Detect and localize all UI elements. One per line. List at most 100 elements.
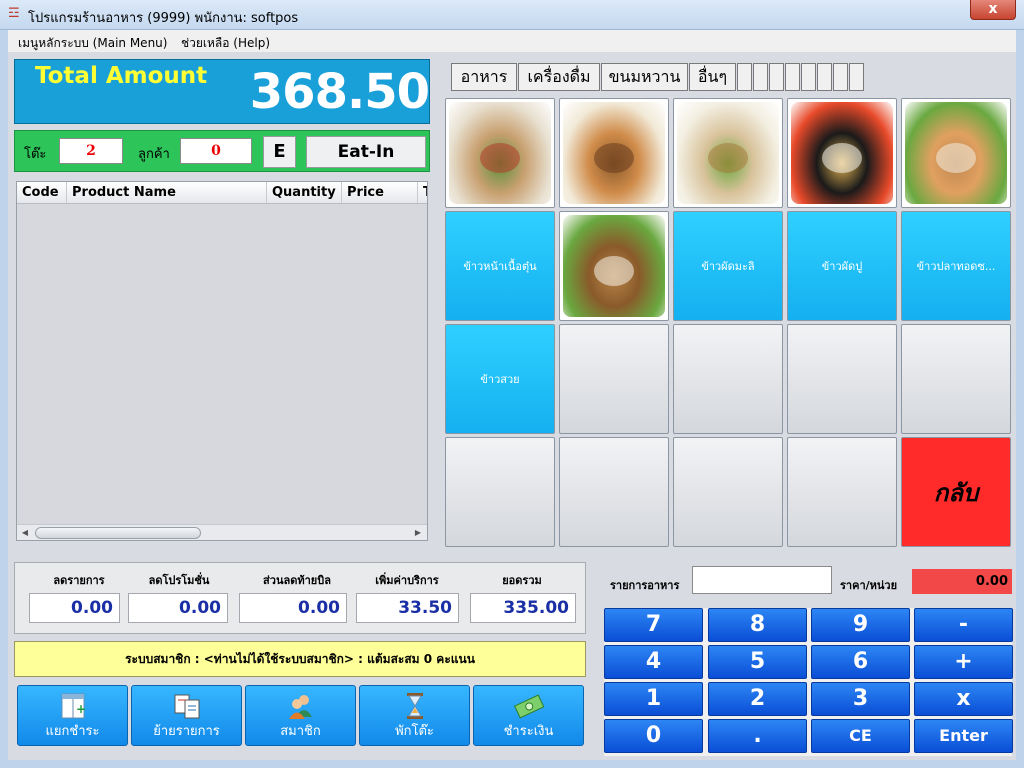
scroll-left-icon[interactable]: ◀ bbox=[19, 527, 31, 539]
back-button[interactable]: กลับ bbox=[901, 437, 1011, 547]
hourglass-icon bbox=[407, 693, 423, 719]
empty-product-slot[interactable] bbox=[787, 324, 897, 434]
product-label: ข้าวปลาทอดซ... bbox=[916, 260, 996, 273]
table-label: โต๊ะ bbox=[24, 147, 47, 162]
table-number-field[interactable]: 2 bbox=[59, 138, 123, 164]
subtotal-value[interactable]: 335.00 bbox=[470, 593, 576, 623]
tab-empty-7[interactable] bbox=[833, 63, 848, 91]
key-1[interactable]: 1 bbox=[604, 682, 703, 716]
key-2[interactable]: 2 bbox=[708, 682, 807, 716]
food-photo-image bbox=[905, 102, 1007, 204]
empty-product-slot[interactable] bbox=[445, 437, 555, 547]
close-button[interactable]: x bbox=[970, 0, 1016, 20]
tab-empty-8[interactable] bbox=[849, 63, 864, 91]
key-plus[interactable]: + bbox=[914, 645, 1013, 679]
payment-button[interactable]: ชำระเงิน bbox=[473, 685, 584, 746]
tab-others[interactable]: อื่นๆ bbox=[689, 63, 736, 91]
tab-empty-4[interactable] bbox=[785, 63, 800, 91]
menu-help[interactable]: ช่วยเหลือ (Help) bbox=[181, 34, 270, 53]
product-photo-button[interactable] bbox=[673, 98, 783, 208]
move-items-button[interactable]: ย้ายรายการ bbox=[131, 685, 242, 746]
column-price[interactable]: Price bbox=[342, 182, 418, 203]
food-photo-garnish bbox=[593, 255, 635, 287]
column-code[interactable]: Code bbox=[17, 182, 67, 203]
service-charge-value[interactable]: 33.50 bbox=[356, 593, 459, 623]
key-minus[interactable]: - bbox=[914, 608, 1013, 642]
members-button[interactable]: สมาชิก bbox=[245, 685, 356, 746]
product-button[interactable]: ข้าวปลาทอดซ... bbox=[901, 211, 1011, 321]
product-button[interactable]: ข้าวผัดปู bbox=[787, 211, 897, 321]
bottom-strip bbox=[0, 760, 1024, 768]
food-photo-garnish bbox=[821, 142, 863, 174]
key-clear-entry[interactable]: CE bbox=[811, 719, 910, 753]
grid-header: Code Product Name Quantity Price T bbox=[17, 182, 427, 204]
key-0[interactable]: 0 bbox=[604, 719, 703, 753]
key-4[interactable]: 4 bbox=[604, 645, 703, 679]
service-charge-label: เพิ่มค่าบริการ bbox=[375, 574, 439, 587]
key-8[interactable]: 8 bbox=[708, 608, 807, 642]
product-photo-button[interactable] bbox=[901, 98, 1011, 208]
menu-main[interactable]: เมนูหลักระบบ (Main Menu) bbox=[18, 34, 167, 53]
key-5[interactable]: 5 bbox=[708, 645, 807, 679]
order-item-input[interactable] bbox=[692, 566, 832, 594]
unit-price-label: ราคา/หน่วย bbox=[840, 579, 898, 592]
column-product-name[interactable]: Product Name bbox=[67, 182, 267, 203]
key-6[interactable]: 6 bbox=[811, 645, 910, 679]
column-quantity[interactable]: Quantity bbox=[267, 182, 342, 203]
food-photo-image bbox=[563, 102, 665, 204]
promo-discount-value[interactable]: 0.00 bbox=[128, 593, 228, 623]
table-info-bar: โต๊ะ 2 ลูกค้า 0 E Eat-In bbox=[14, 130, 430, 172]
hold-table-button[interactable]: พักโต๊ะ bbox=[359, 685, 470, 746]
customer-count-field[interactable]: 0 bbox=[180, 138, 252, 164]
split-bill-button[interactable]: + แยกชำระ bbox=[17, 685, 128, 746]
order-grid[interactable]: Code Product Name Quantity Price T ◀ ▶ bbox=[16, 181, 428, 541]
bill-discount-value[interactable]: 0.00 bbox=[239, 593, 347, 623]
key-7[interactable]: 7 bbox=[604, 608, 703, 642]
empty-product-slot[interactable] bbox=[787, 437, 897, 547]
product-photo-button[interactable] bbox=[445, 98, 555, 208]
scroll-thumb[interactable] bbox=[35, 527, 201, 539]
product-photo-button[interactable] bbox=[787, 98, 897, 208]
tab-empty-1[interactable] bbox=[737, 63, 752, 91]
item-discount-value[interactable]: 0.00 bbox=[29, 593, 120, 623]
empty-product-slot[interactable] bbox=[559, 437, 669, 547]
product-photo-button[interactable] bbox=[559, 211, 669, 321]
empty-product-slot[interactable] bbox=[673, 437, 783, 547]
empty-product-slot[interactable] bbox=[901, 324, 1011, 434]
product-button[interactable]: ข้าวสวย bbox=[445, 324, 555, 434]
eat-in-button[interactable]: Eat-In bbox=[306, 136, 426, 168]
product-button[interactable]: ข้าวหน้าเนื้อตุ๋น bbox=[445, 211, 555, 321]
total-amount-panel: Total Amount 368.50 bbox=[14, 59, 430, 124]
summary-panel: ลดรายการ ลดโปรโมชั่น ส่วนลดท้ายบิล เพิ่ม… bbox=[14, 562, 586, 634]
unit-price-value[interactable]: 0.00 bbox=[912, 569, 1012, 594]
food-photo-garnish bbox=[707, 142, 749, 174]
tab-empty-3[interactable] bbox=[769, 63, 784, 91]
food-photo-garnish bbox=[479, 142, 521, 174]
scroll-right-icon[interactable]: ▶ bbox=[412, 527, 424, 539]
product-label: ข้าวผัดปู bbox=[821, 260, 863, 273]
product-photo-button[interactable] bbox=[559, 98, 669, 208]
food-photo-image bbox=[563, 215, 665, 317]
tab-food[interactable]: อาหาร bbox=[451, 63, 517, 91]
tab-desserts[interactable]: ขนมหวาน bbox=[601, 63, 688, 91]
product-button[interactable]: ข้าวผัดมะลิ bbox=[673, 211, 783, 321]
bill-discount-label: ส่วนลดท้ายบิล bbox=[263, 574, 331, 587]
payment-label: ชำระเงิน bbox=[503, 724, 554, 739]
empty-product-slot[interactable] bbox=[559, 324, 669, 434]
key-3[interactable]: 3 bbox=[811, 682, 910, 716]
mode-code-button[interactable]: E bbox=[263, 136, 296, 168]
empty-product-slot[interactable] bbox=[673, 324, 783, 434]
tab-empty-6[interactable] bbox=[817, 63, 832, 91]
order-item-label: รายการอาหาร bbox=[610, 579, 680, 592]
tab-empty-2[interactable] bbox=[753, 63, 768, 91]
key-9[interactable]: 9 bbox=[811, 608, 910, 642]
member-status-bar: ระบบสมาชิก : <ท่านไม่ได้ใช้ระบบสมาชิก> :… bbox=[14, 641, 586, 677]
horizontal-scrollbar[interactable]: ◀ ▶ bbox=[17, 524, 427, 540]
key-multiply[interactable]: x bbox=[914, 682, 1013, 716]
column-total[interactable]: T bbox=[418, 182, 427, 203]
tab-drinks[interactable]: เครื่องดื่ม bbox=[518, 63, 600, 91]
key-decimal[interactable]: . bbox=[708, 719, 807, 753]
key-enter[interactable]: Enter bbox=[914, 719, 1013, 753]
app-icon: ☲ bbox=[8, 6, 20, 21]
tab-empty-5[interactable] bbox=[801, 63, 816, 91]
